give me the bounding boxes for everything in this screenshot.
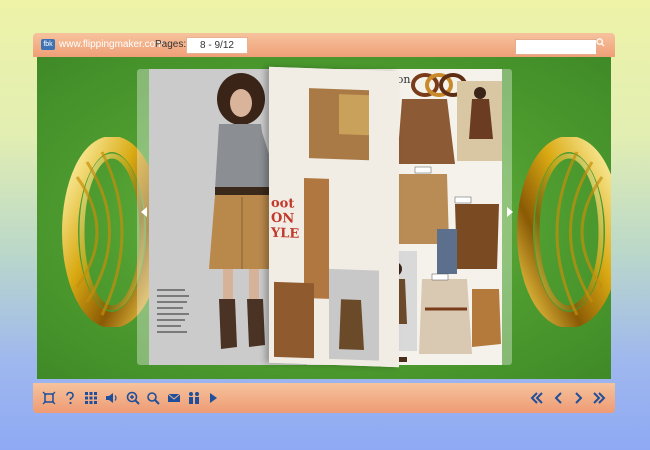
last-page-icon[interactable] [591, 390, 607, 406]
zoom-in-icon[interactable] [125, 390, 141, 406]
help-icon[interactable] [62, 390, 78, 406]
book-stage: Fashion oot ON YLE [37, 57, 611, 379]
curl-text-1: oot [271, 195, 295, 212]
bottom-toolbar [33, 383, 615, 413]
logo-icon[interactable]: fbk [41, 39, 55, 50]
thumbnails-icon[interactable] [83, 390, 99, 406]
page-number-field[interactable]: 8 - 9/12 [186, 37, 248, 54]
next-page-icon[interactable] [570, 390, 586, 406]
curl-text-2: ON [271, 210, 295, 227]
email-icon[interactable] [166, 390, 182, 406]
flipbook-viewer: fbk www.flippingmaker.com Pages: 8 - 9/1… [33, 33, 615, 414]
share-icon[interactable] [186, 390, 202, 406]
search-icon[interactable] [596, 38, 605, 47]
autoplay-icon[interactable] [205, 390, 221, 406]
turning-page[interactable]: oot ON YLE [269, 66, 399, 368]
fit-screen-icon[interactable] [41, 390, 57, 406]
sound-icon[interactable] [104, 390, 120, 406]
top-bar: fbk www.flippingmaker.com Pages: 8 - 9/1… [33, 33, 615, 57]
pages-label: Pages: [155, 39, 187, 50]
previous-page-arrow-icon[interactable] [141, 207, 147, 217]
search-input[interactable] [515, 39, 597, 55]
next-page-arrow-icon[interactable] [507, 207, 513, 217]
site-link[interactable]: www.flippingmaker.com [59, 39, 163, 50]
previous-page-icon[interactable] [551, 390, 567, 406]
first-page-icon[interactable] [529, 390, 545, 406]
curl-text-3: YLE [271, 225, 300, 242]
search-book-icon[interactable] [145, 390, 161, 406]
gold-ring-right-decoration [517, 137, 611, 327]
